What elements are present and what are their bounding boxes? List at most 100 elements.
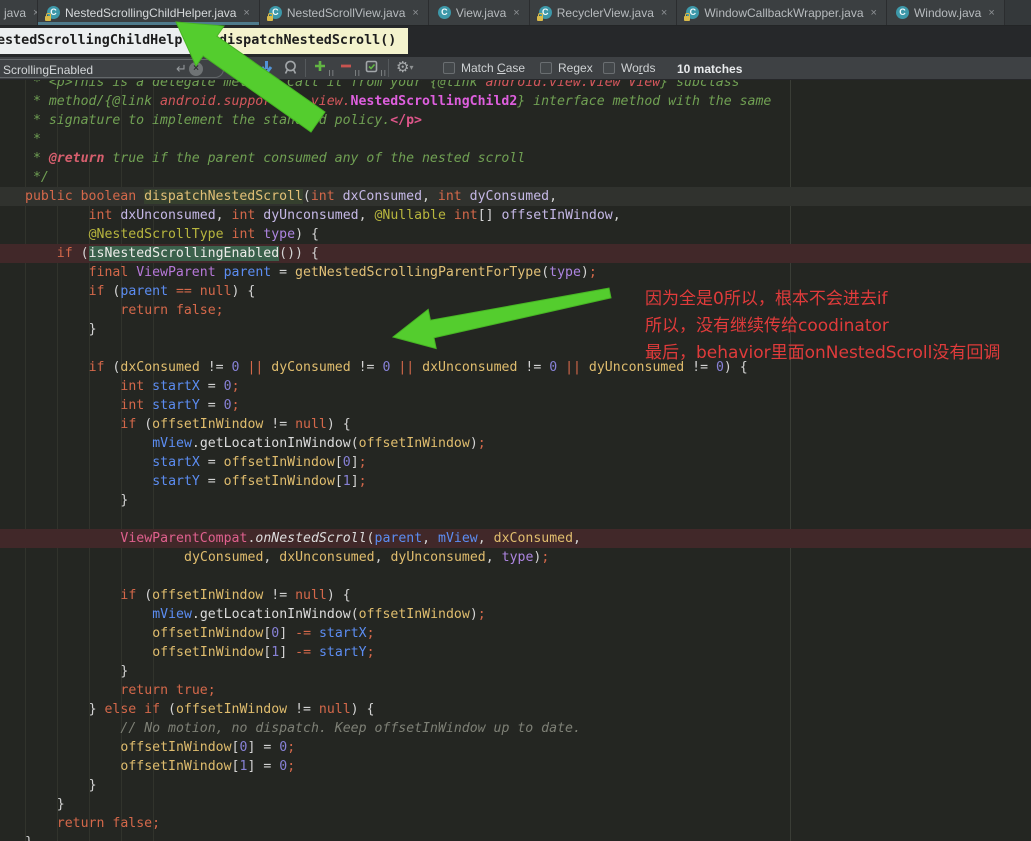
code-token: 0 <box>342 455 351 470</box>
breadcrumb-chip-class[interactable]: estedScrollingChildHelp <box>0 28 194 54</box>
code-token: != <box>263 588 296 603</box>
code-line: * method/{@link android.support.v4.view.… <box>0 92 1031 111</box>
code-token: } <box>88 322 97 337</box>
code-token: {@link <box>104 94 160 109</box>
checkbox[interactable] <box>603 62 615 74</box>
code-token: startY <box>152 474 208 489</box>
code-token: ) { <box>326 588 351 603</box>
code-token: , <box>612 208 621 223</box>
code-editor[interactable]: * <p>This is a delegate method. Call it … <box>0 80 1031 841</box>
code-token: ] <box>279 645 296 660</box>
editor-tab-bar: java×CNestedScrollingChildHelper.java×CN… <box>0 0 1031 26</box>
select-all-occurrences-icon[interactable]: II <box>365 60 386 78</box>
code-token: } <box>120 664 129 679</box>
editor-tab-View-java[interactable]: C View.java × <box>428 0 530 25</box>
code-token: if <box>120 588 145 603</box>
code-token: ViewParent <box>136 265 224 280</box>
code-token: 0 <box>223 379 232 394</box>
code-line: * signature to implement the standard po… <box>0 111 1031 130</box>
tab-close-icon[interactable]: × <box>243 7 249 19</box>
lock-icon <box>684 13 691 21</box>
editor-tab-WindowCallbackWrapper-java[interactable]: C WindowCallbackWrapper.java × <box>677 0 887 25</box>
code-token: type <box>263 227 296 242</box>
checkbox[interactable] <box>540 62 552 74</box>
tab-label: RecyclerView.java <box>556 5 654 20</box>
code-token: ( <box>80 246 89 261</box>
code-token: return false; <box>120 303 224 318</box>
lock-icon <box>536 13 543 21</box>
code-token: ; <box>366 626 375 641</box>
code-token: ] <box>247 740 264 755</box>
code-line: int dxUnconsumed, int dyUnconsumed, @Nul… <box>0 206 1031 225</box>
tab-close-icon[interactable]: × <box>871 7 877 19</box>
code-token: , <box>358 208 375 223</box>
checkbox[interactable] <box>443 62 455 74</box>
code-line: @NestedScrollType int type) { <box>0 225 1031 244</box>
regex-checkbox[interactable]: Regex <box>540 61 593 75</box>
editor-tab-RecyclerView-java[interactable]: C RecyclerView.java × <box>529 0 678 25</box>
code-line: return true; <box>0 681 1031 700</box>
add-occurrence-icon[interactable]: II <box>314 60 334 78</box>
code-token: return false; <box>56 816 161 831</box>
code-token: } <box>25 835 33 841</box>
code-line: } <box>0 833 1031 841</box>
tab-label: java <box>4 5 27 20</box>
code-token: ; <box>541 550 550 565</box>
checkbox-label: Words <box>621 61 656 75</box>
code-token: offsetInWindow <box>120 740 232 755</box>
remove-occurrence-icon[interactable]: II <box>340 60 360 78</box>
code-line: public boolean dispatchNestedScroll(int … <box>0 187 1031 206</box>
code-token: ( <box>366 531 375 546</box>
code-token: , <box>477 531 494 546</box>
code-token: dxConsumed <box>120 360 200 375</box>
tab-close-icon[interactable]: × <box>661 7 667 19</box>
code-line: mView.getLocationInWindow(offsetInWindow… <box>0 434 1031 453</box>
editor-tab-java[interactable]: java× <box>0 0 38 25</box>
words-checkbox[interactable]: Words <box>603 61 655 75</box>
code-token: int <box>437 189 470 204</box>
search-input[interactable]: ScrollingEnabled ↵ × <box>0 59 224 78</box>
editor-tab-NestedScrollingChildHelper-java[interactable]: C NestedScrollingChildHelper.java × <box>38 0 260 25</box>
code-token: type <box>501 550 534 565</box>
class-icon: C <box>437 6 451 19</box>
code-token: 0 <box>223 398 232 413</box>
annotation-text: 因为全是0所以，根本不会进去if 所以，没有继续传给coodinator 最后，be… <box>645 286 1000 367</box>
code-token: @return <box>48 151 105 166</box>
code-line: mView.getLocationInWindow(offsetInWindow… <box>0 605 1031 624</box>
clear-search-button[interactable]: × <box>189 62 203 76</box>
tab-close-icon[interactable]: × <box>412 7 418 19</box>
code-token: 0 <box>279 740 288 755</box>
match-case-checkbox[interactable]: Match Case <box>443 61 525 75</box>
code-line: * <box>0 130 1031 149</box>
code-token: != <box>517 360 550 375</box>
checkbox-label: Regex <box>558 61 593 75</box>
editor-tab-Window-java[interactable]: C Window.java × <box>886 0 1005 25</box>
code-token: startX <box>152 455 208 470</box>
tab-close-icon[interactable]: × <box>988 7 994 19</box>
gear-icon[interactable]: ⚙▾ <box>396 58 413 76</box>
code-token: dyConsumed <box>271 360 351 375</box>
editor-tab-NestedScrollView-java[interactable]: C NestedScrollView.java × <box>259 0 429 25</box>
code-line: } <box>0 795 1031 814</box>
code-line: startY = offsetInWindow[1]; <box>0 472 1031 491</box>
code-token: null <box>295 588 327 603</box>
code-line: offsetInWindow[0] -= startX; <box>0 624 1031 643</box>
code-token: dxUnconsumed <box>279 550 375 565</box>
breadcrumb-chip-method[interactable]: dispatchNestedScroll() <box>212 28 408 54</box>
tab-close-icon[interactable]: × <box>513 7 519 19</box>
code-token: . <box>191 607 200 622</box>
code-token: ( <box>144 588 153 603</box>
code-token: , <box>573 531 581 546</box>
code-token: type <box>549 265 581 280</box>
code-line: } <box>0 776 1031 795</box>
occurrence-badge-icon[interactable] <box>282 60 299 78</box>
code-token: , <box>422 189 438 204</box>
code-token: } <box>56 797 65 812</box>
code-line: * <p>This is a delegate method. Call it … <box>0 80 1031 92</box>
next-match-arrow-down-icon[interactable] <box>260 60 273 78</box>
code-token: , <box>215 208 232 223</box>
code-line: startX = offsetInWindow[0]; <box>0 453 1031 472</box>
code-token: startX <box>152 379 208 394</box>
code-token: onNestedScroll <box>255 531 367 546</box>
